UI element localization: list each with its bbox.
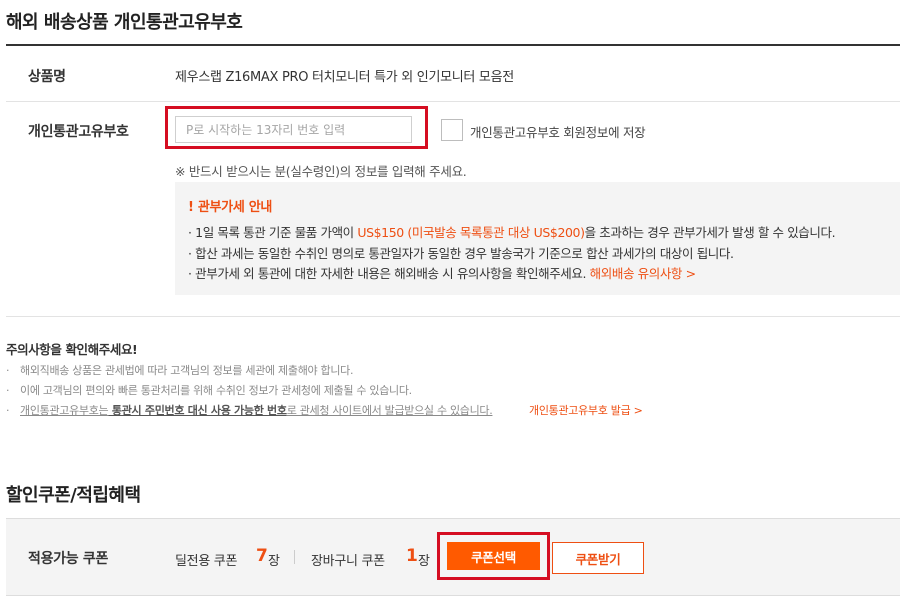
cart-coupon-label: 장바구니 쿠폰 xyxy=(311,554,385,569)
deal-coupon-count: 7 xyxy=(256,546,268,566)
tax-info-box: ! 관부가세 안내 · 1일 목록 통관 기준 물품 가액이 US$150 (미… xyxy=(175,182,900,295)
section-divider-light xyxy=(6,316,900,317)
coupon-select-highlight: 쿠폰선택 xyxy=(437,532,550,580)
tax-threshold-highlight: US$150 (미국발송 목록통관 대상 US$200) xyxy=(357,225,585,240)
coupon-receive-button[interactable]: 쿠폰받기 xyxy=(552,542,644,574)
row-divider xyxy=(6,101,900,102)
tax-info-line-2: · 합산 과세는 동일한 수취인 명의로 통관일자가 동일한 경우 발송국가 기… xyxy=(188,246,734,261)
caution-item: · 개인통관고유부호는 통관시 주민번호 대신 사용 가능한 번호로 관세청 사이… xyxy=(6,404,493,417)
caution-title: 주의사항을 확인해주세요! xyxy=(6,342,138,357)
cart-coupon-count: 1 xyxy=(406,546,418,566)
available-coupon-label: 적용가능 쿠폰 xyxy=(28,551,109,567)
coupon-separator xyxy=(294,550,295,564)
tax-info-line-3: · 관부가세 외 통관에 대한 자세한 내용은 해외배송 시 유의사항을 확인해… xyxy=(188,266,696,281)
pccc-label: 개인통관고유부호 xyxy=(28,124,129,140)
caution-item: · 해외직배송 상품은 관세법에 따라 고객님의 정보를 세관에 제출해야 합니다… xyxy=(6,364,354,377)
deal-coupon-label: 딜전용 쿠폰 xyxy=(175,554,238,569)
pccc-input-highlight xyxy=(165,106,428,149)
caution-item: · 이에 고객님의 편의와 빠른 통관처리를 위해 수취인 정보가 관세청에 제출… xyxy=(6,384,412,397)
cart-coupon-unit: 장 xyxy=(418,554,430,569)
customs-section-title: 해외 배송상품 개인통관고유부호 xyxy=(6,12,243,33)
overseas-shipping-notice-link[interactable]: 해외배송 유의사항 > xyxy=(590,266,696,281)
deal-coupon-unit: 장 xyxy=(268,554,280,569)
tax-info-title: ! 관부가세 안내 xyxy=(188,200,273,215)
product-name-value: 제우스랩 Z16MAX PRO 터치모니터 특가 외 인기모니터 모음전 xyxy=(175,70,514,85)
tax-info-line-1: · 1일 목록 통관 기준 물품 가액이 US$150 (미국발송 목록통관 대… xyxy=(188,225,836,240)
pccc-issue-link[interactable]: 개인통관고유부호 발급 > xyxy=(529,402,643,418)
section-divider xyxy=(6,44,900,46)
product-name-label: 상품명 xyxy=(28,69,66,85)
recipient-note: ※ 반드시 받으시는 분(실수령인)의 정보를 입력해 주세요. xyxy=(175,164,467,179)
save-pccc-label[interactable]: 개인통관고유부호 회원정보에 저장 xyxy=(470,122,646,141)
coupon-section-title: 할인쿠폰/적립혜택 xyxy=(6,485,141,506)
pccc-input[interactable] xyxy=(175,116,412,143)
coupon-select-button[interactable]: 쿠폰선택 xyxy=(447,542,540,570)
save-pccc-checkbox[interactable] xyxy=(441,119,463,141)
